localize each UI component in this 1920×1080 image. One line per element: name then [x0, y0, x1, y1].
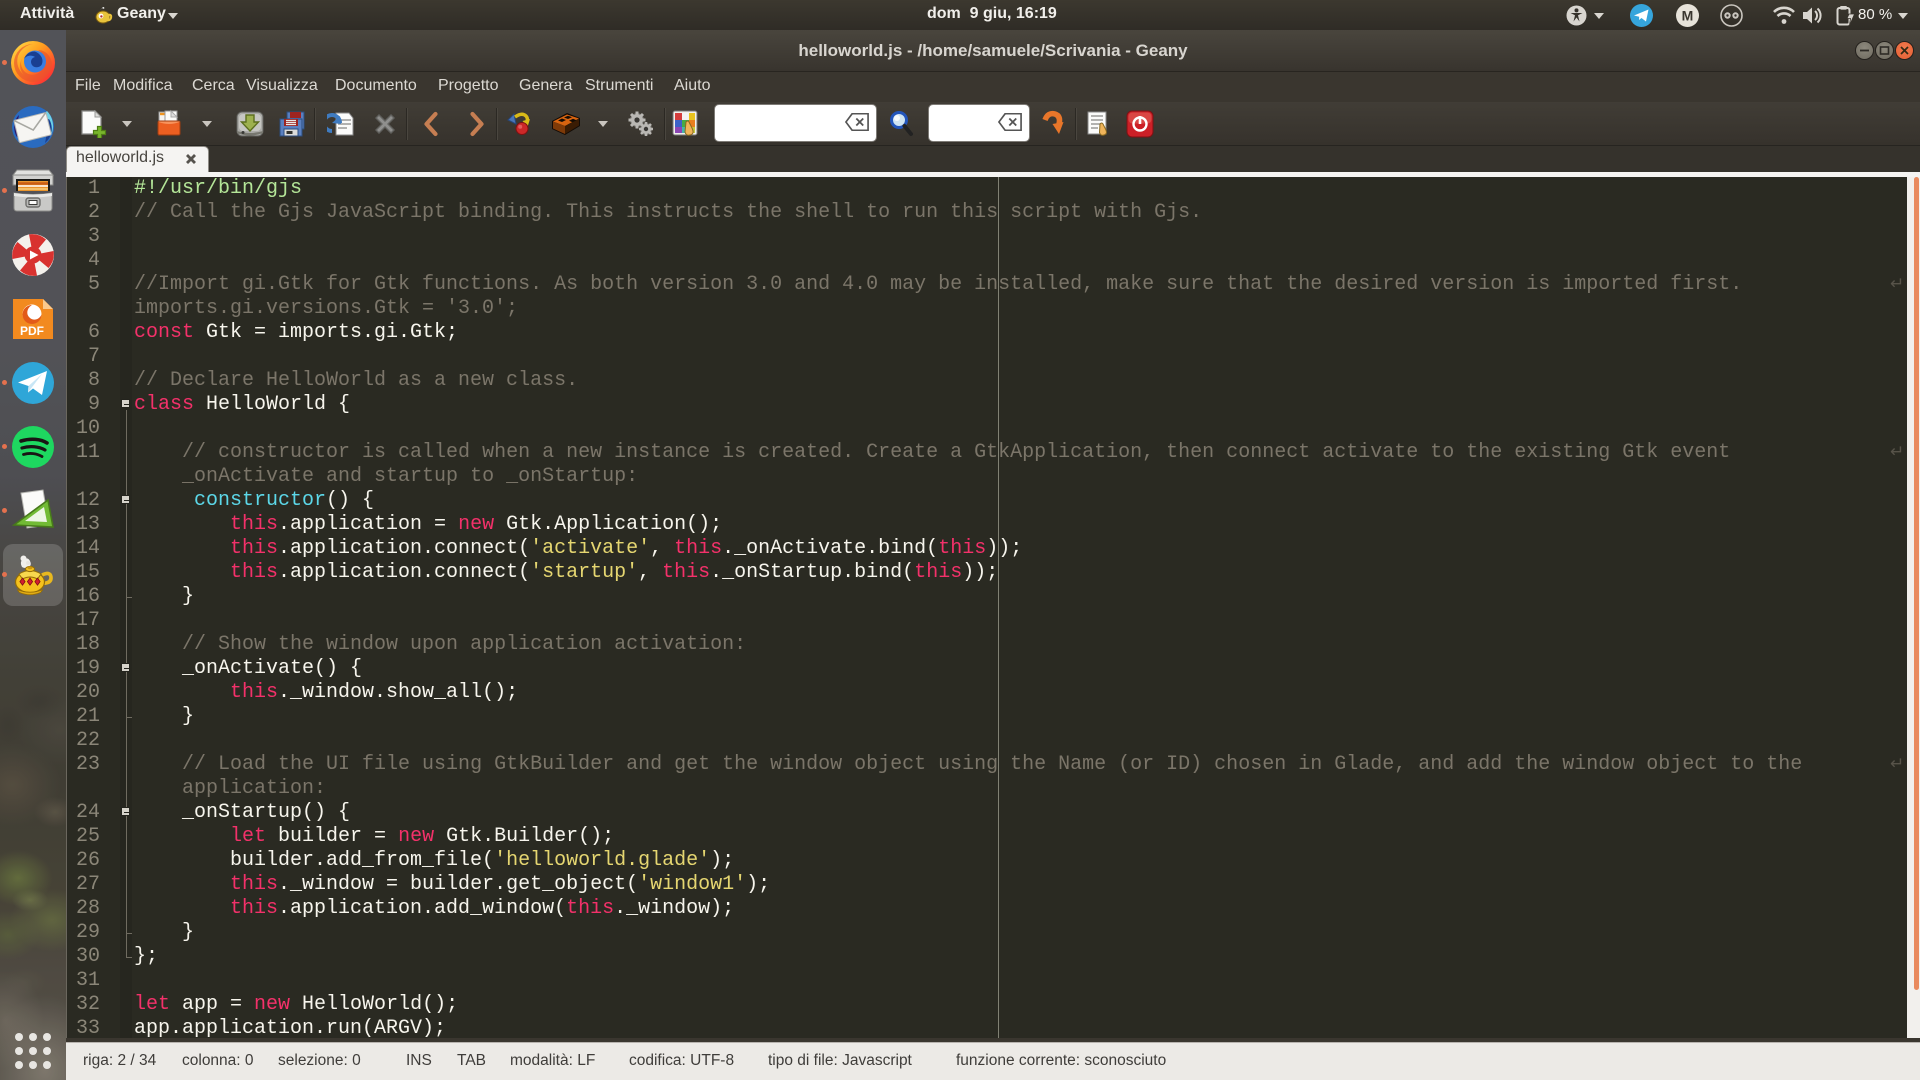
svg-text:M: M	[1682, 8, 1694, 24]
svg-text:PDF: PDF	[20, 324, 44, 338]
